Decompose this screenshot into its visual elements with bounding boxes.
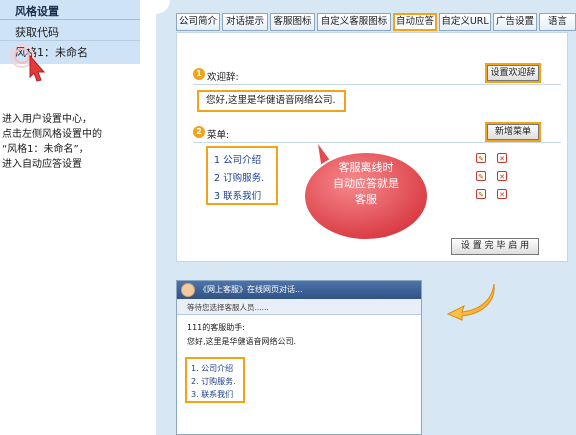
avatar xyxy=(181,283,195,297)
chat-status-text: 等待您选择客服人员...... xyxy=(187,303,269,312)
delete-icon[interactable]: ✕ xyxy=(497,171,507,181)
tab-dialog-hint[interactable]: 对话提示 xyxy=(222,13,268,31)
callout-line: 客服 xyxy=(355,193,377,206)
chat-preview-window: 《网上客服》在线网页对话... 等待您选择客服人员...... 111的客服助手… xyxy=(176,280,422,435)
edit-icon[interactable]: ✎ xyxy=(476,189,486,199)
delete-icon[interactable]: ✕ xyxy=(497,153,507,163)
delete-icon[interactable]: ✕ xyxy=(497,189,507,199)
chat-menu-list: 1. 公司介绍 2. 订购服务. 3. 联系我们 xyxy=(185,357,245,403)
divider xyxy=(193,84,561,85)
chat-titlebar: 《网上客服》在线网页对话... xyxy=(177,281,421,299)
instruction-line: 进入自动应答设置 xyxy=(2,159,82,170)
set-welcome-button[interactable]: 设置欢迎辞 xyxy=(487,65,539,81)
edit-icon[interactable]: ✎ xyxy=(476,153,486,163)
menu-label: 菜单: xyxy=(207,130,230,141)
chat-title: 《网上客服》在线网页对话... xyxy=(199,285,303,294)
tab-auto-reply[interactable]: 自动应答 xyxy=(393,13,437,31)
menu-item-link[interactable]: 2 订购服务. xyxy=(214,170,264,184)
instruction-line: 点击左侧风格设置中的 xyxy=(2,129,102,140)
chat-greeting: 您好,这里是华健语音网络公司. xyxy=(187,337,297,346)
menu-list: 1 公司介绍 2 订购服务. 3 联系我们 xyxy=(206,146,278,205)
sidebar-title: 风格设置 xyxy=(15,5,59,18)
instruction-text: 进入用户设置中心， 点击左侧风格设置中的 “风格1：未命名”， 进入自动应答设置 xyxy=(2,112,142,172)
tab-ad-settings[interactable]: 广告设置 xyxy=(493,13,537,31)
chat-menu-item[interactable]: 2. 订购服务. xyxy=(191,376,236,387)
instruction-line: “风格1：未命名”， xyxy=(2,144,89,155)
menu-item-link[interactable]: 3 联系我们 xyxy=(214,188,261,202)
tab-language[interactable]: 语言 xyxy=(539,13,576,31)
finish-enable-button[interactable]: 设 置 完 毕 启 用 xyxy=(451,238,539,255)
callout-line: 客服离线时 xyxy=(338,161,394,174)
sidebar-item-get-code[interactable]: 获取代码 xyxy=(15,24,59,40)
tab-custom-url[interactable]: 自定义URL xyxy=(439,13,491,31)
welcome-text: 您好,这里是华健语音网络公司. xyxy=(197,90,346,112)
menu-item-link[interactable]: 1 公司介绍 xyxy=(214,152,261,166)
chat-assistant-line: 111的客服助手: xyxy=(187,323,245,332)
curved-arrow-icon xyxy=(446,283,495,321)
divider xyxy=(0,40,140,41)
edit-icon[interactable]: ✎ xyxy=(476,171,486,181)
callout-line: 自动应答就是 xyxy=(333,177,399,190)
divider xyxy=(0,19,140,20)
tab-company-intro[interactable]: 公司简介 xyxy=(176,13,220,31)
welcome-label: 欢迎辞: xyxy=(207,72,239,83)
chat-menu-item[interactable]: 1. 公司介绍 xyxy=(191,363,233,374)
tab-custom-service-icon[interactable]: 自定义客服图标 xyxy=(317,13,391,31)
tab-bar: 公司简介 对话提示 客服图标 自定义客服图标 自动应答 自定义URL 广告设置 … xyxy=(176,13,576,32)
step-number: 1 xyxy=(193,68,205,80)
step-number: 2 xyxy=(193,126,205,138)
chat-status-bar: 等待您选择客服人员...... xyxy=(177,299,421,315)
chat-menu-item[interactable]: 3. 联系我们 xyxy=(191,389,233,400)
tab-service-icon[interactable]: 客服图标 xyxy=(270,13,315,31)
instruction-line: 进入用户设置中心， xyxy=(2,114,92,125)
cursor-click-icon xyxy=(10,44,46,82)
callout-text: 客服离线时 自动应答就是 客服 xyxy=(322,160,410,208)
add-menu-button[interactable]: 新增菜单 xyxy=(487,124,539,140)
